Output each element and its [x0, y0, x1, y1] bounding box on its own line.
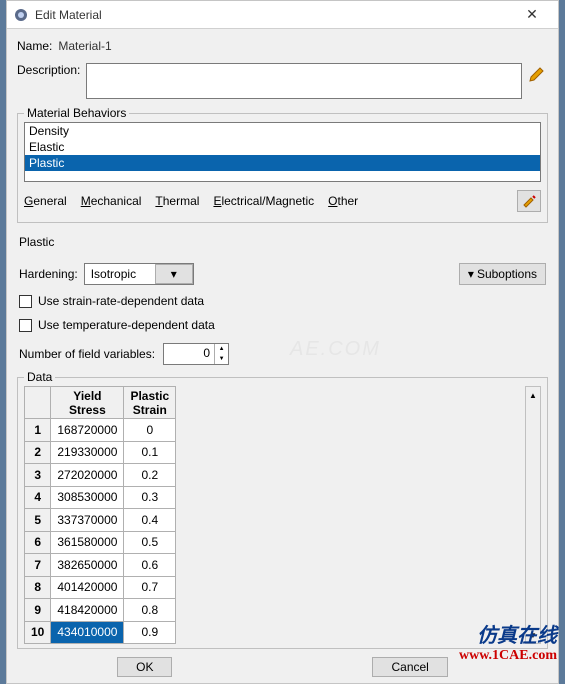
- cell-strain[interactable]: 0.8: [124, 599, 176, 622]
- menu-mechanical[interactable]: Mechanical: [81, 194, 142, 208]
- window-title: Edit Material: [35, 8, 512, 22]
- cell-strain[interactable]: 0.4: [124, 509, 176, 532]
- scroll-up-icon[interactable]: ▲: [526, 387, 540, 403]
- cell-yield[interactable]: 219330000: [51, 441, 124, 464]
- menu-other[interactable]: Other: [328, 194, 358, 208]
- cell-strain[interactable]: 0.2: [124, 464, 176, 487]
- name-row: Name: Material-1: [17, 39, 548, 53]
- app-icon: [13, 7, 29, 23]
- row-number[interactable]: 10: [25, 621, 51, 644]
- menu-thermal[interactable]: Thermal: [155, 194, 199, 208]
- cell-strain[interactable]: 0.9: [124, 621, 176, 644]
- row-number[interactable]: 6: [25, 531, 51, 554]
- behavior-item[interactable]: Density: [25, 123, 540, 139]
- material-behaviors-group: Material Behaviors DensityElasticPlastic…: [17, 113, 548, 223]
- cell-yield[interactable]: 168720000: [51, 419, 124, 442]
- row-header-blank: [25, 387, 51, 419]
- ok-button[interactable]: OK: [117, 657, 172, 677]
- cell-yield[interactable]: 401420000: [51, 576, 124, 599]
- close-button[interactable]: ✕: [512, 2, 552, 28]
- hardening-label: Hardening:: [19, 267, 78, 281]
- titlebar[interactable]: Edit Material ✕: [7, 1, 558, 29]
- strain-rate-label: Use strain-rate-dependent data: [38, 294, 204, 308]
- strain-rate-checkbox[interactable]: [19, 295, 32, 308]
- temperature-row: Use temperature-dependent data: [19, 318, 546, 332]
- field-variables-row: Number of field variables: 0 ▲ ▼: [19, 343, 546, 365]
- name-label: Name:: [17, 39, 52, 53]
- behaviors-legend: Material Behaviors: [24, 106, 129, 120]
- cell-strain[interactable]: 0.6: [124, 554, 176, 577]
- spinner-up[interactable]: ▲: [215, 344, 228, 354]
- data-table[interactable]: YieldStressPlasticStrain 11687200000 22193…: [24, 386, 176, 644]
- hardening-value: Isotropic: [85, 267, 155, 281]
- scrollbar-vertical[interactable]: ▲ ▼: [525, 386, 541, 644]
- cell-yield[interactable]: 382650000: [51, 554, 124, 577]
- strain-rate-row: Use strain-rate-dependent data: [19, 294, 546, 308]
- cell-yield[interactable]: 337370000: [51, 509, 124, 532]
- row-number[interactable]: 1: [25, 419, 51, 442]
- scroll-thumb[interactable]: [526, 403, 540, 627]
- behavior-item[interactable]: Elastic: [25, 139, 540, 155]
- row-number[interactable]: 4: [25, 486, 51, 509]
- cell-strain[interactable]: 0.7: [124, 576, 176, 599]
- temperature-checkbox[interactable]: [19, 319, 32, 332]
- section-title: Plastic: [19, 235, 548, 249]
- triangle-icon: ▾: [468, 267, 474, 281]
- row-number[interactable]: 7: [25, 554, 51, 577]
- row-number[interactable]: 9: [25, 599, 51, 622]
- cell-strain[interactable]: 0: [124, 419, 176, 442]
- menu-general[interactable]: General: [24, 194, 67, 208]
- row-number[interactable]: 2: [25, 441, 51, 464]
- numvars-value[interactable]: 0: [164, 344, 214, 364]
- scroll-down-icon[interactable]: ▼: [526, 627, 540, 643]
- menu-electrical[interactable]: Electrical/Magnetic: [213, 194, 314, 208]
- edit-description-button[interactable]: [528, 63, 548, 83]
- cancel-button[interactable]: Cancel: [372, 657, 447, 677]
- numvars-label: Number of field variables:: [19, 347, 155, 361]
- delete-behavior-button[interactable]: [517, 190, 541, 212]
- spinner-down[interactable]: ▼: [215, 354, 228, 364]
- cell-yield[interactable]: 434010000: [51, 621, 124, 644]
- suboptions-button[interactable]: ▾ Suboptions: [459, 263, 546, 285]
- description-input[interactable]: [86, 63, 522, 99]
- col-strain[interactable]: PlasticStrain: [124, 387, 176, 419]
- cell-yield[interactable]: 308530000: [51, 486, 124, 509]
- data-group: Data YieldStressPlasticStrain11687200000…: [17, 377, 548, 649]
- row-number[interactable]: 8: [25, 576, 51, 599]
- row-number[interactable]: 5: [25, 509, 51, 532]
- hardening-select[interactable]: Isotropic ▾: [84, 263, 194, 285]
- cell-yield[interactable]: 418420000: [51, 599, 124, 622]
- edit-material-dialog: Edit Material ✕ Name: Material-1 Descrip…: [6, 0, 559, 684]
- cell-yield[interactable]: 272020000: [51, 464, 124, 487]
- behavior-item[interactable]: Plastic: [25, 155, 540, 171]
- row-number[interactable]: 3: [25, 464, 51, 487]
- suboptions-label: Suboptions: [477, 267, 537, 281]
- description-row: Description:: [17, 63, 548, 99]
- description-label: Description:: [17, 63, 80, 77]
- cell-yield[interactable]: 361580000: [51, 531, 124, 554]
- cell-strain[interactable]: 0.5: [124, 531, 176, 554]
- hardening-row: Hardening: Isotropic ▾ ▾ Suboptions: [19, 263, 546, 285]
- data-legend: Data: [24, 370, 55, 384]
- numvars-spinner[interactable]: 0 ▲ ▼: [163, 343, 229, 365]
- cell-strain[interactable]: 0.1: [124, 441, 176, 464]
- temperature-label: Use temperature-dependent data: [38, 318, 215, 332]
- behavior-menubar: General Mechanical Thermal Electrical/Ma…: [18, 188, 547, 218]
- footer: OK Cancel: [17, 651, 548, 679]
- col-yield[interactable]: YieldStress: [51, 387, 124, 419]
- cell-strain[interactable]: 0.3: [124, 486, 176, 509]
- chevron-down-icon[interactable]: ▾: [155, 264, 193, 284]
- behaviors-list[interactable]: DensityElasticPlastic: [24, 122, 541, 182]
- name-value: Material-1: [58, 39, 111, 53]
